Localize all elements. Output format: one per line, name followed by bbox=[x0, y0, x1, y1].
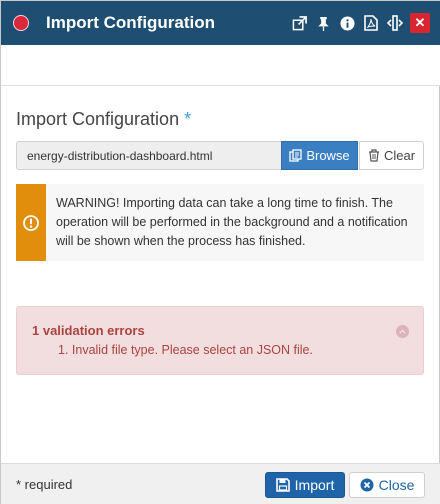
import-label: Import bbox=[294, 477, 335, 493]
close-label: Close bbox=[378, 477, 415, 493]
browse-icon bbox=[289, 149, 302, 162]
dialog-title: Import Configuration bbox=[46, 13, 216, 32]
close-circle-icon bbox=[360, 478, 374, 492]
required-marker: * bbox=[184, 109, 192, 129]
resize-horizontal-icon[interactable] bbox=[386, 14, 404, 32]
validation-errors-panel: 1 validation errors 1. Invalid file type… bbox=[16, 306, 424, 375]
save-icon bbox=[275, 478, 290, 492]
field-label: Import Configuration * bbox=[16, 109, 191, 130]
validation-errors-title: 1 validation errors bbox=[32, 323, 145, 338]
clear-label: Clear bbox=[383, 148, 416, 163]
validation-error-item: 1. Invalid file type. Please select an J… bbox=[58, 343, 313, 357]
close-button[interactable]: Close bbox=[349, 472, 425, 498]
pin-icon[interactable] bbox=[314, 14, 332, 32]
browse-label: Browse bbox=[306, 148, 350, 163]
close-window-button[interactable]: ✕ bbox=[410, 13, 430, 33]
warning-bar bbox=[16, 184, 46, 261]
import-dialog: Import Configuration ✕ Import Configurat… bbox=[0, 0, 440, 504]
popout-icon[interactable] bbox=[290, 14, 308, 32]
browse-button[interactable]: Browse bbox=[281, 141, 358, 170]
clear-button[interactable]: Clear bbox=[359, 141, 424, 170]
trash-icon bbox=[368, 149, 379, 162]
collapse-chevron-icon[interactable] bbox=[396, 325, 409, 338]
info-icon[interactable] bbox=[338, 14, 356, 32]
toolbar-area bbox=[1, 45, 440, 86]
dialog-footer: * required Import Close bbox=[1, 463, 440, 504]
file-path-input[interactable]: energy-distribution-dashboard.html bbox=[16, 141, 282, 170]
warning-text: WARNING! Importing data can take a long … bbox=[56, 196, 408, 248]
warning-icon bbox=[23, 214, 39, 231]
import-button[interactable]: Import bbox=[265, 472, 345, 498]
status-dot-icon bbox=[13, 15, 29, 31]
warning-callout: WARNING! Importing data can take a long … bbox=[16, 184, 424, 261]
title-bar: Import Configuration ✕ bbox=[1, 1, 440, 45]
required-note: * required bbox=[16, 477, 73, 492]
field-label-text: Import Configuration bbox=[16, 109, 180, 129]
pdf-icon[interactable] bbox=[362, 14, 380, 32]
